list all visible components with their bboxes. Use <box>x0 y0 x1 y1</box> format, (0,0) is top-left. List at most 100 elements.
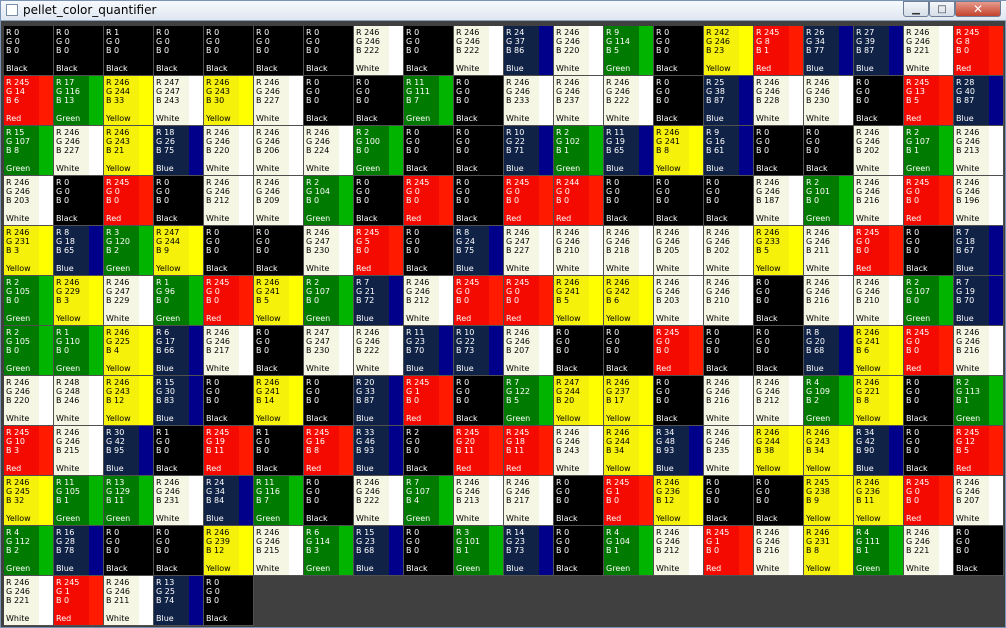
pellet-tile: R 242 G 246 B 23 Yellow <box>704 26 754 76</box>
pellet-tile: R 34 G 42 B 90 Blue <box>854 426 904 476</box>
pellet-r-value: R 247 <box>156 228 180 237</box>
pellet-color-swatch <box>89 76 103 125</box>
pellet-tile: R 246 G 246 B 217 White <box>204 326 254 376</box>
pellet-color-name: Black <box>406 564 428 573</box>
pellet-tile: R 2G 105 B 0 Green <box>4 326 54 376</box>
pellet-color-swatch <box>989 376 1003 425</box>
pellet-color-name: Blue <box>706 114 724 123</box>
pellet-r-value: R 246 <box>706 228 730 237</box>
pellet-color-name: Green <box>256 514 281 523</box>
pellet-color-name: Blue <box>506 164 524 173</box>
pellet-b-value: B 207 <box>506 346 530 355</box>
pellet-tile: R 246 G 246 B 216 White <box>854 176 904 226</box>
pellet-color-swatch <box>489 126 503 175</box>
pellet-tile: R 0G 0B 0 Black <box>254 326 304 376</box>
pellet-color-swatch <box>539 426 553 475</box>
pellet-b-value: B 65 <box>606 146 625 155</box>
pellet-b-value: B 0 <box>606 496 620 505</box>
pellet-color-name: White <box>756 414 780 423</box>
pellet-g-value: G 40 <box>956 87 975 96</box>
pellet-color-swatch <box>339 526 353 575</box>
pellet-r-value: R 1 <box>156 278 170 287</box>
pellet-color-name: White <box>856 214 880 223</box>
pellet-r-value: R 0 <box>256 328 270 337</box>
pellet-r-value: R 248 <box>56 378 80 387</box>
pellet-b-value: B 0 <box>56 346 70 355</box>
pellet-g-value: G 39 <box>856 37 875 46</box>
pellet-g-value: G 246 <box>6 187 31 196</box>
pellet-tile: R 246 G 244 B 34 Yellow <box>604 426 654 476</box>
pellet-b-value: B 222 <box>456 46 480 55</box>
pellet-g-value: G 0 <box>506 187 520 196</box>
pellet-tile: R 245 G 0B 0 Red <box>204 276 254 326</box>
pellet-color-name: Black <box>356 214 378 223</box>
pellet-tile: R 0G 0B 0 Black <box>554 526 604 576</box>
pellet-color-swatch <box>989 226 1003 275</box>
pellet-g-value: G 246 <box>806 237 831 246</box>
pellet-g-value: G 247 <box>106 287 131 296</box>
pellet-b-value: B 0 <box>256 346 270 355</box>
pellet-color-name: Black <box>356 114 378 123</box>
pellet-color-name: Black <box>456 414 478 423</box>
pellet-g-value: G 0 <box>206 387 220 396</box>
pellet-color-name: Red <box>206 464 222 473</box>
pellet-g-value: G 105 <box>6 287 31 296</box>
pellet-color-name: Black <box>556 514 578 523</box>
pellet-color-swatch <box>589 476 603 525</box>
minimize-button[interactable]: ▁ <box>903 1 929 17</box>
pellet-b-value: B 205 <box>656 246 680 255</box>
pellet-r-value: R 246 <box>356 28 380 37</box>
pellet-color-swatch <box>539 326 553 375</box>
title-bar[interactable]: pellet_color_quantifier ▁ □ ✕ <box>1 1 1006 21</box>
pellet-r-value: R 245 <box>506 428 530 437</box>
pellet-r-value: R 246 <box>156 478 180 487</box>
pellet-g-value: G 244 <box>556 387 581 396</box>
pellet-b-value: B 218 <box>606 246 630 255</box>
pellet-b-value: B 87 <box>706 96 725 105</box>
pellet-tile: R 0G 0B 0 Black <box>4 26 54 76</box>
pellet-g-value: G 0 <box>856 87 870 96</box>
pellet-g-value: G 246 <box>506 87 531 96</box>
pellet-color-swatch <box>89 26 103 75</box>
pellet-color-name: White <box>506 264 530 273</box>
pellet-b-value: B 71 <box>506 146 525 155</box>
pellet-color-name: Black <box>156 464 178 473</box>
pellet-color-swatch <box>39 26 53 75</box>
pellet-tile: R 245 G 12 B 5 Red <box>954 426 1004 476</box>
pellet-color-name: Black <box>456 164 478 173</box>
pellet-r-value: R 246 <box>906 528 930 537</box>
pellet-color-swatch <box>389 126 403 175</box>
pellet-color-swatch <box>139 26 153 75</box>
pellet-color-name: Black <box>906 464 928 473</box>
maximize-button[interactable]: □ <box>929 1 955 17</box>
pellet-color-name: Black <box>6 64 28 73</box>
pellet-color-name: Green <box>456 564 481 573</box>
pellet-color-swatch <box>39 326 53 375</box>
pellet-b-value: B 0 <box>856 246 870 255</box>
pellet-r-value: R 0 <box>256 28 270 37</box>
close-button[interactable]: ✕ <box>955 1 1001 17</box>
pellet-color-swatch <box>289 426 303 475</box>
pellet-tile: R 245 G 1B 0 Red <box>604 476 654 526</box>
pellet-color-name: Yellow <box>606 414 631 423</box>
pellet-r-value: R 246 <box>456 478 480 487</box>
pellet-tile: R 28 G 40 B 87 Blue <box>954 76 1004 126</box>
pellet-b-value: B 78 <box>56 546 75 555</box>
pellet-r-value: R 1 <box>156 428 170 437</box>
pellet-tile: R 10 G 22 B 73 Blue <box>454 326 504 376</box>
pellet-r-value: R 246 <box>6 478 30 487</box>
pellet-tile: R 247 G 247 B 243 White <box>154 76 204 126</box>
pellet-g-value: G 247 <box>306 337 331 346</box>
pellet-b-value: B 0 <box>56 196 70 205</box>
pellet-color-swatch <box>339 126 353 175</box>
pellet-b-value: B 216 <box>756 546 780 555</box>
pellet-color-name: Blue <box>956 264 974 273</box>
pellet-g-value: G 0 <box>906 487 920 496</box>
pellet-color-name: White <box>206 214 230 223</box>
pellet-g-value: G 20 <box>806 337 825 346</box>
pellet-color-name: Yellow <box>656 164 681 173</box>
pellet-color-name: Yellow <box>556 414 581 423</box>
pellet-color-name: White <box>656 564 680 573</box>
pellet-color-name: White <box>806 114 830 123</box>
pellet-color-name: Black <box>906 264 928 273</box>
